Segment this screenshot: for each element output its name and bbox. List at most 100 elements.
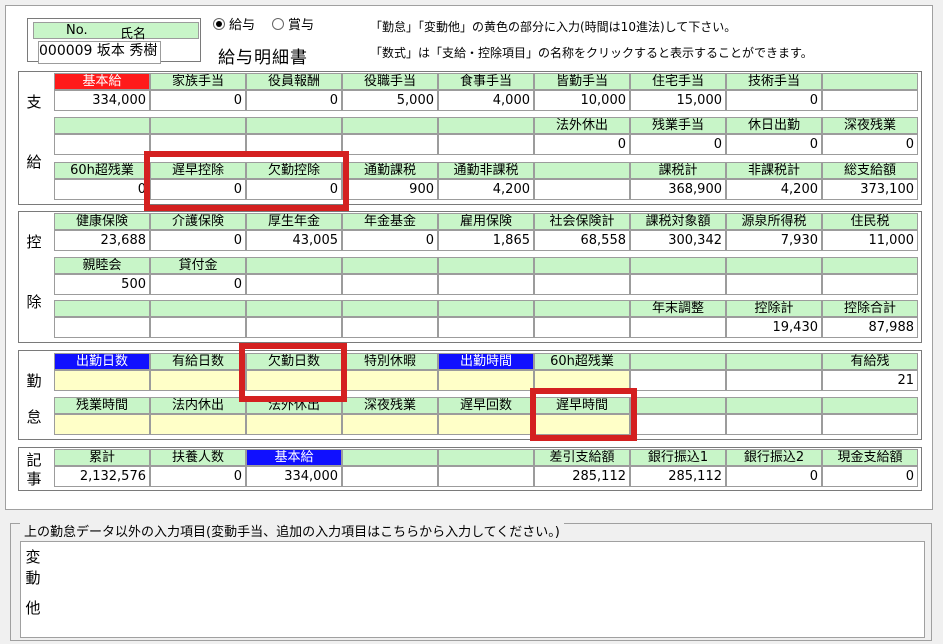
- koujo-rows-1-value-0[interactable]: 500: [54, 274, 150, 295]
- shikyu-rows-1-label-7[interactable]: 休日出勤: [726, 117, 822, 134]
- shikyu-rows-1-label-2[interactable]: [246, 117, 342, 134]
- radio-bonus[interactable]: 賞与: [272, 14, 314, 33]
- koujo-rows-0-value-1[interactable]: 0: [150, 230, 246, 251]
- kiji-row-label-2[interactable]: 基本給: [246, 449, 342, 466]
- kiji-row-value-3[interactable]: [342, 466, 438, 487]
- kintai-rows-1-label-5[interactable]: 遅早時間: [534, 397, 630, 414]
- shikyu-rows-2-label-2[interactable]: 欠勤控除: [246, 162, 342, 179]
- shikyu-rows-2-value-8[interactable]: 373,100: [822, 179, 918, 200]
- koujo-rows-1-value-2[interactable]: [246, 274, 342, 295]
- koujo-rows-2-label-0[interactable]: [54, 300, 150, 317]
- koujo-rows-2-label-7[interactable]: 控除計: [726, 300, 822, 317]
- shikyu-rows-2-label-8[interactable]: 総支給額: [822, 162, 918, 179]
- kintai-rows-1-label-8[interactable]: [822, 397, 918, 414]
- shikyu-rows-2-label-0[interactable]: 60h超残業: [54, 162, 150, 179]
- shikyu-rows-1-value-7[interactable]: 0: [726, 134, 822, 155]
- koujo-rows-0-value-2[interactable]: 43,005: [246, 230, 342, 251]
- shikyu-rows-1-value-8[interactable]: 0: [822, 134, 918, 155]
- shikyu-rows-2-value-2[interactable]: 0: [246, 179, 342, 200]
- kintai-rows-0-value-1[interactable]: [150, 370, 246, 391]
- kiji-row-label-0[interactable]: 累計: [54, 449, 150, 466]
- kiji-row-label-8[interactable]: 現金支給額: [822, 449, 918, 466]
- kiji-row-label-3[interactable]: [342, 449, 438, 466]
- koujo-rows-2-label-2[interactable]: [246, 300, 342, 317]
- shikyu-rows-1-label-5[interactable]: 法外休出: [534, 117, 630, 134]
- kintai-rows-1-label-6[interactable]: [630, 397, 726, 414]
- kintai-rows-1-value-4[interactable]: [438, 414, 534, 435]
- kintai-rows-1-value-3[interactable]: [342, 414, 438, 435]
- kiji-row-value-5[interactable]: 285,112: [534, 466, 630, 487]
- kintai-rows-1-label-7[interactable]: [726, 397, 822, 414]
- kiji-row-value-7[interactable]: 0: [726, 466, 822, 487]
- koujo-rows-1-label-0[interactable]: 親睦会: [54, 257, 150, 274]
- kintai-rows-0-value-0[interactable]: [54, 370, 150, 391]
- koujo-rows-0-label-7[interactable]: 源泉所得税: [726, 213, 822, 230]
- koujo-rows-0-label-1[interactable]: 介護保険: [150, 213, 246, 230]
- shikyu-rows-1-value-2[interactable]: [246, 134, 342, 155]
- koujo-rows-1-value-1[interactable]: 0: [150, 274, 246, 295]
- kintai-rows-0-value-2[interactable]: [246, 370, 342, 391]
- kiji-row-value-0[interactable]: 2,132,576: [54, 466, 150, 487]
- koujo-rows-2-value-0[interactable]: [54, 317, 150, 338]
- kiji-row-value-1[interactable]: 0: [150, 466, 246, 487]
- koujo-rows-2-value-3[interactable]: [342, 317, 438, 338]
- koujo-rows-0-label-2[interactable]: 厚生年金: [246, 213, 342, 230]
- koujo-rows-2-label-3[interactable]: [342, 300, 438, 317]
- kintai-rows-1-value-5[interactable]: [534, 414, 630, 435]
- koujo-rows-1-label-4[interactable]: [438, 257, 534, 274]
- shikyu-rows-0-label-8[interactable]: [822, 73, 918, 90]
- kintai-rows-1-label-2[interactable]: 法外休出: [246, 397, 342, 414]
- shikyu-rows-2-value-7[interactable]: 4,200: [726, 179, 822, 200]
- shikyu-rows-1-label-1[interactable]: [150, 117, 246, 134]
- shikyu-rows-2-value-1[interactable]: 0: [150, 179, 246, 200]
- shikyu-rows-2-value-4[interactable]: 4,200: [438, 179, 534, 200]
- kintai-rows-1-value-2[interactable]: [246, 414, 342, 435]
- shikyu-rows-0-label-4[interactable]: 食事手当: [438, 73, 534, 90]
- koujo-rows-1-value-8[interactable]: [822, 274, 918, 295]
- koujo-rows-0-value-8[interactable]: 11,000: [822, 230, 918, 251]
- shikyu-rows-1-label-4[interactable]: [438, 117, 534, 134]
- koujo-rows-1-label-3[interactable]: [342, 257, 438, 274]
- kintai-rows-0-label-4[interactable]: 出勤時間: [438, 353, 534, 370]
- radio-salary[interactable]: 給与: [213, 14, 255, 33]
- koujo-rows-0-value-3[interactable]: 0: [342, 230, 438, 251]
- kintai-rows-0-label-0[interactable]: 出勤日数: [54, 353, 150, 370]
- kintai-rows-1-label-4[interactable]: 遅早回数: [438, 397, 534, 414]
- kintai-rows-0-value-6[interactable]: [630, 370, 726, 391]
- koujo-rows-2-label-1[interactable]: [150, 300, 246, 317]
- shikyu-rows-0-value-4[interactable]: 4,000: [438, 90, 534, 111]
- koujo-rows-1-value-6[interactable]: [630, 274, 726, 295]
- koujo-rows-0-label-4[interactable]: 雇用保険: [438, 213, 534, 230]
- shikyu-rows-1-value-6[interactable]: 0: [630, 134, 726, 155]
- shikyu-rows-2-label-3[interactable]: 通勤課税: [342, 162, 438, 179]
- koujo-rows-1-label-8[interactable]: [822, 257, 918, 274]
- koujo-rows-2-label-6[interactable]: 年末調整: [630, 300, 726, 317]
- kintai-rows-0-value-8[interactable]: 21: [822, 370, 918, 391]
- koujo-rows-0-label-8[interactable]: 住民税: [822, 213, 918, 230]
- koujo-rows-2-value-1[interactable]: [150, 317, 246, 338]
- shikyu-rows-2-value-6[interactable]: 368,900: [630, 179, 726, 200]
- kiji-row-value-4[interactable]: [438, 466, 534, 487]
- shikyu-rows-0-value-3[interactable]: 5,000: [342, 90, 438, 111]
- koujo-rows-0-value-6[interactable]: 300,342: [630, 230, 726, 251]
- koujo-rows-0-value-5[interactable]: 68,558: [534, 230, 630, 251]
- koujo-rows-2-value-4[interactable]: [438, 317, 534, 338]
- shikyu-rows-1-label-0[interactable]: [54, 117, 150, 134]
- kiji-row-value-8[interactable]: 0: [822, 466, 918, 487]
- kintai-rows-0-value-3[interactable]: [342, 370, 438, 391]
- kintai-rows-0-label-2[interactable]: 欠勤日数: [246, 353, 342, 370]
- kiji-row-label-4[interactable]: [438, 449, 534, 466]
- koujo-rows-1-label-1[interactable]: 貸付金: [150, 257, 246, 274]
- kintai-rows-0-value-5[interactable]: [534, 370, 630, 391]
- koujo-rows-2-value-6[interactable]: [630, 317, 726, 338]
- shikyu-rows-0-label-6[interactable]: 住宅手当: [630, 73, 726, 90]
- kiji-row-label-5[interactable]: 差引支給額: [534, 449, 630, 466]
- koujo-rows-0-label-5[interactable]: 社会保険計: [534, 213, 630, 230]
- kintai-rows-0-label-7[interactable]: [726, 353, 822, 370]
- kintai-rows-0-value-4[interactable]: [438, 370, 534, 391]
- kiji-row-label-6[interactable]: 銀行振込1: [630, 449, 726, 466]
- kintai-rows-0-label-6[interactable]: [630, 353, 726, 370]
- kintai-rows-1-value-1[interactable]: [150, 414, 246, 435]
- kintai-rows-1-label-0[interactable]: 残業時間: [54, 397, 150, 414]
- koujo-rows-1-value-5[interactable]: [534, 274, 630, 295]
